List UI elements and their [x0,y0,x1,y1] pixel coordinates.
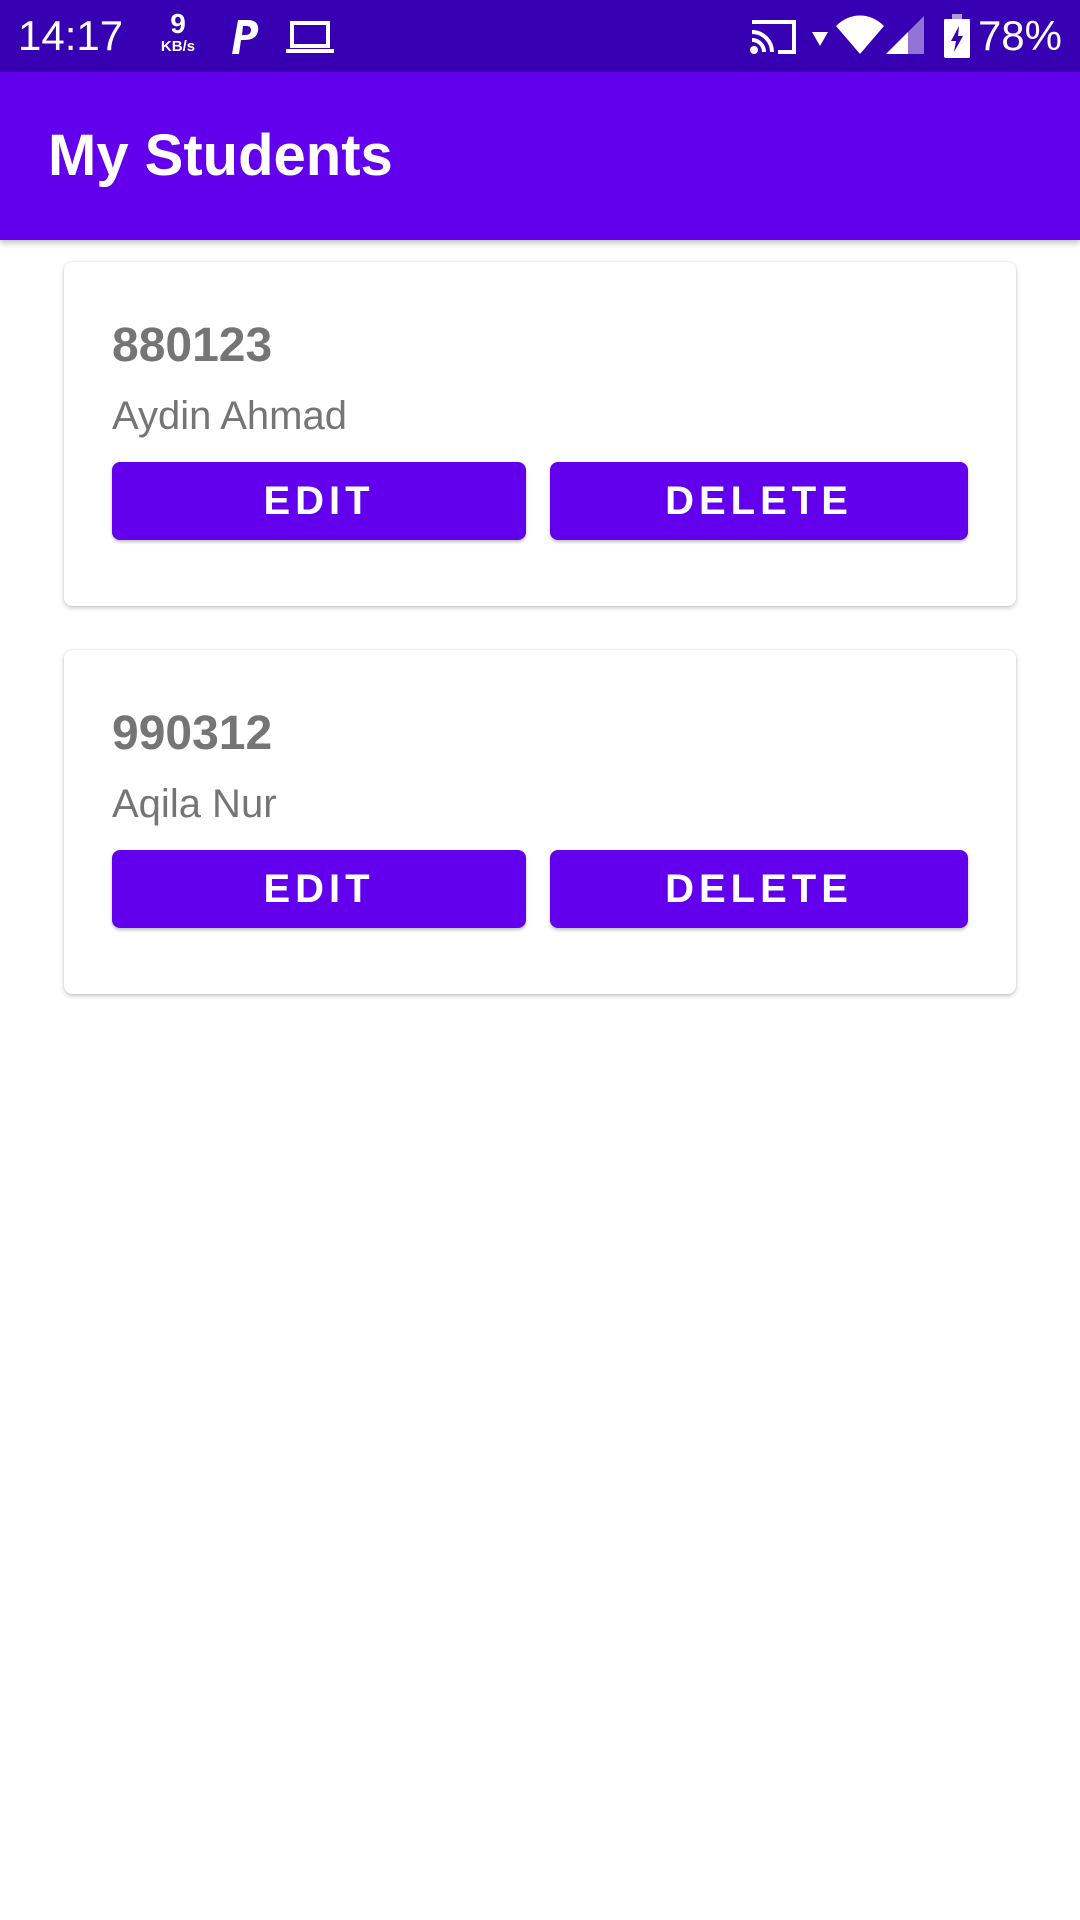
parking-icon [232,20,259,54]
edit-button[interactable]: EDIT [112,462,526,540]
student-card: 880123 Aydin Ahmad EDIT DELETE [64,262,1016,606]
signal-icon [886,16,924,54]
student-id: 880123 [112,319,273,372]
app-bar: My Students [0,72,1080,240]
battery-charging-icon [944,14,970,58]
laptop-icon [286,21,334,53]
edit-button[interactable]: EDIT [112,850,526,928]
student-id: 990312 [112,707,273,760]
cast-icon [750,20,796,54]
status-bar: 14:17 9 KB/s 78% [0,0,1080,72]
student-list[interactable]: 880123 Aydin Ahmad EDIT DELETE 990312 Aq… [64,262,1016,1038]
data-activity-icon [812,32,828,46]
student-name: Aqila Nur [112,782,277,826]
delete-button[interactable]: DELETE [550,850,968,928]
network-speed-unit: KB/s [160,38,196,55]
network-speed: 9 KB/s [156,10,200,56]
student-card: 990312 Aqila Nur EDIT DELETE [64,650,1016,994]
page-title: My Students [48,123,393,188]
status-time: 14:17 [18,12,124,59]
network-speed-value: 9 [170,8,186,39]
wifi-icon [836,15,884,54]
battery-percent: 78% [977,12,1062,59]
student-name: Aydin Ahmad [112,394,347,438]
delete-button[interactable]: DELETE [550,462,968,540]
